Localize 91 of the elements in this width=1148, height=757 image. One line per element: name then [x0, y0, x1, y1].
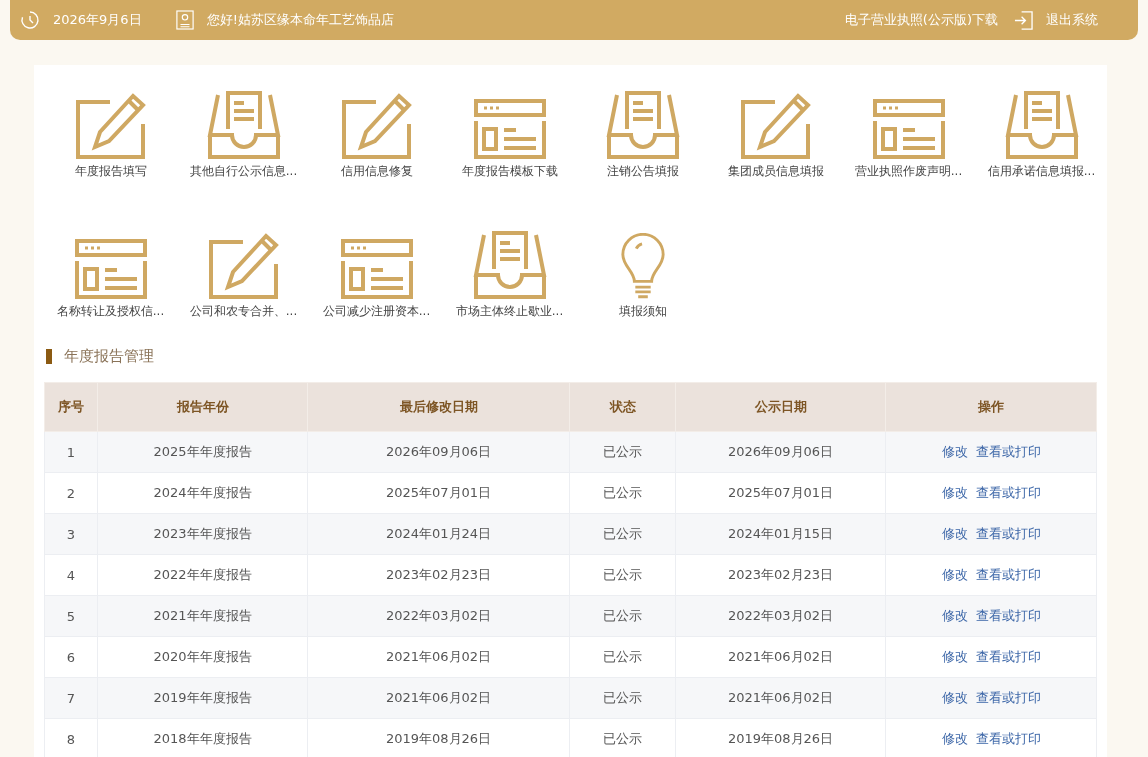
pencil-icon: [739, 93, 812, 159]
table-cell: 1: [44, 431, 98, 473]
inbox-tray-icon: [205, 91, 282, 159]
shortcut-item[interactable]: 公司和农专合并、...: [177, 219, 310, 319]
section-title: 年度报告管理: [64, 347, 154, 366]
shortcut-item[interactable]: 集团成员信息填报: [709, 79, 842, 179]
table-cell: 2020年年度报告: [97, 636, 308, 678]
shortcut-item[interactable]: 名称转让及授权信...: [44, 219, 177, 319]
action-link[interactable]: 修改: [941, 649, 968, 664]
pencil-icon: [207, 233, 280, 299]
action-link[interactable]: 修改: [941, 485, 968, 500]
table-cell: 4: [44, 554, 98, 596]
table-cell: 2025年07月01日: [675, 472, 886, 514]
table-cell: 已公示: [569, 595, 676, 637]
table-cell: 2: [44, 472, 98, 514]
table-cell: 已公示: [569, 431, 676, 473]
table-cell: 5: [44, 595, 98, 637]
table-cell: 2022年03月02日: [307, 595, 570, 637]
action-link[interactable]: 修改: [941, 567, 968, 582]
column-header: 公示日期: [675, 382, 886, 432]
table-cell: 2021年06月02日: [307, 636, 570, 678]
pencil-icon: [340, 93, 413, 159]
table-cell: 2022年年度报告: [97, 554, 308, 596]
shortcut-item[interactable]: 信用信息修复: [310, 79, 443, 179]
table-cell: 2021年年度报告: [97, 595, 308, 637]
action-link[interactable]: 修改: [941, 608, 968, 623]
web-window-icon: [74, 239, 147, 299]
action-link[interactable]: 查看或打印: [975, 608, 1041, 623]
action-link[interactable]: 修改: [941, 731, 968, 746]
table-cell: 2021年06月02日: [675, 636, 886, 678]
user-icon: [175, 10, 194, 30]
table-cell: 已公示: [569, 472, 676, 514]
action-link[interactable]: 查看或打印: [975, 567, 1041, 582]
table-cell: 6: [44, 636, 98, 678]
shortcut-item[interactable]: 营业执照作废声明...: [842, 79, 975, 179]
table-cell: 2021年06月02日: [675, 677, 886, 719]
action-link[interactable]: 查看或打印: [975, 444, 1041, 459]
shortcut-item[interactable]: 信用承诺信息填报...: [975, 79, 1108, 179]
column-header: 操作: [885, 382, 1097, 432]
table-cell: 2024年年度报告: [97, 472, 308, 514]
action-link[interactable]: 修改: [941, 444, 968, 459]
shortcut-item[interactable]: 其他自行公示信息...: [177, 79, 310, 179]
table-cell: 2026年09月06日: [675, 431, 886, 473]
lightbulb-icon: [618, 233, 667, 299]
table-cell: 已公示: [569, 554, 676, 596]
action-link[interactable]: 查看或打印: [975, 526, 1041, 541]
inbox-tray-icon: [471, 231, 548, 299]
table-cell: 2024年01月24日: [307, 513, 570, 555]
table-cell: 2022年03月02日: [675, 595, 886, 637]
table-cell: 3: [44, 513, 98, 555]
pencil-icon: [74, 93, 147, 159]
section-marker: [46, 349, 52, 364]
table-cell: 2023年年度报告: [97, 513, 308, 555]
table-cell: 8: [44, 718, 98, 757]
clock-icon: [20, 10, 40, 30]
column-header: 最后修改日期: [307, 382, 570, 432]
table-cell: 2025年07月01日: [307, 472, 570, 514]
shortcut-item[interactable]: 公司减少注册资本...: [310, 219, 443, 319]
action-link[interactable]: 修改: [941, 690, 968, 705]
web-window-icon: [872, 99, 945, 159]
table-cell: 已公示: [569, 513, 676, 555]
table-cell: 7: [44, 677, 98, 719]
column-header: 序号: [44, 382, 98, 432]
action-link[interactable]: 查看或打印: [975, 690, 1041, 705]
column-header: 状态: [569, 382, 676, 432]
table-cell: 2021年06月02日: [307, 677, 570, 719]
action-link[interactable]: 查看或打印: [975, 485, 1041, 500]
table-cell: 2025年年度报告: [97, 431, 308, 473]
inbox-tray-icon: [1003, 91, 1080, 159]
inbox-tray-icon: [604, 91, 681, 159]
table-cell: 2024年01月15日: [675, 513, 886, 555]
action-link[interactable]: 查看或打印: [975, 731, 1041, 746]
table-cell: 已公示: [569, 677, 676, 719]
web-window-icon: [340, 239, 413, 299]
shortcut-item[interactable]: 填报须知: [576, 219, 709, 319]
action-link[interactable]: 修改: [941, 526, 968, 541]
shortcut-item[interactable]: 年度报告填写: [44, 79, 177, 179]
table-cell: 2026年09月06日: [307, 431, 570, 473]
shortcut-item[interactable]: 注销公告填报: [576, 79, 709, 179]
shortcut-item[interactable]: 市场主体终止歇业...: [443, 219, 576, 319]
column-header: 报告年份: [97, 382, 308, 432]
current-date: 2026年9月6日: [53, 11, 142, 29]
table-cell: 2019年年度报告: [97, 677, 308, 719]
table-cell: 已公示: [569, 636, 676, 678]
shortcut-item[interactable]: 年度报告模板下载: [443, 79, 576, 179]
table-cell: 2023年02月23日: [675, 554, 886, 596]
greeting-text: 您好!姑苏区缘本命年工艺饰品店: [206, 11, 394, 29]
web-window-icon: [473, 99, 546, 159]
table-cell: 2023年02月23日: [307, 554, 570, 596]
logout-icon: [1014, 10, 1033, 30]
action-link[interactable]: 查看或打印: [975, 649, 1041, 664]
